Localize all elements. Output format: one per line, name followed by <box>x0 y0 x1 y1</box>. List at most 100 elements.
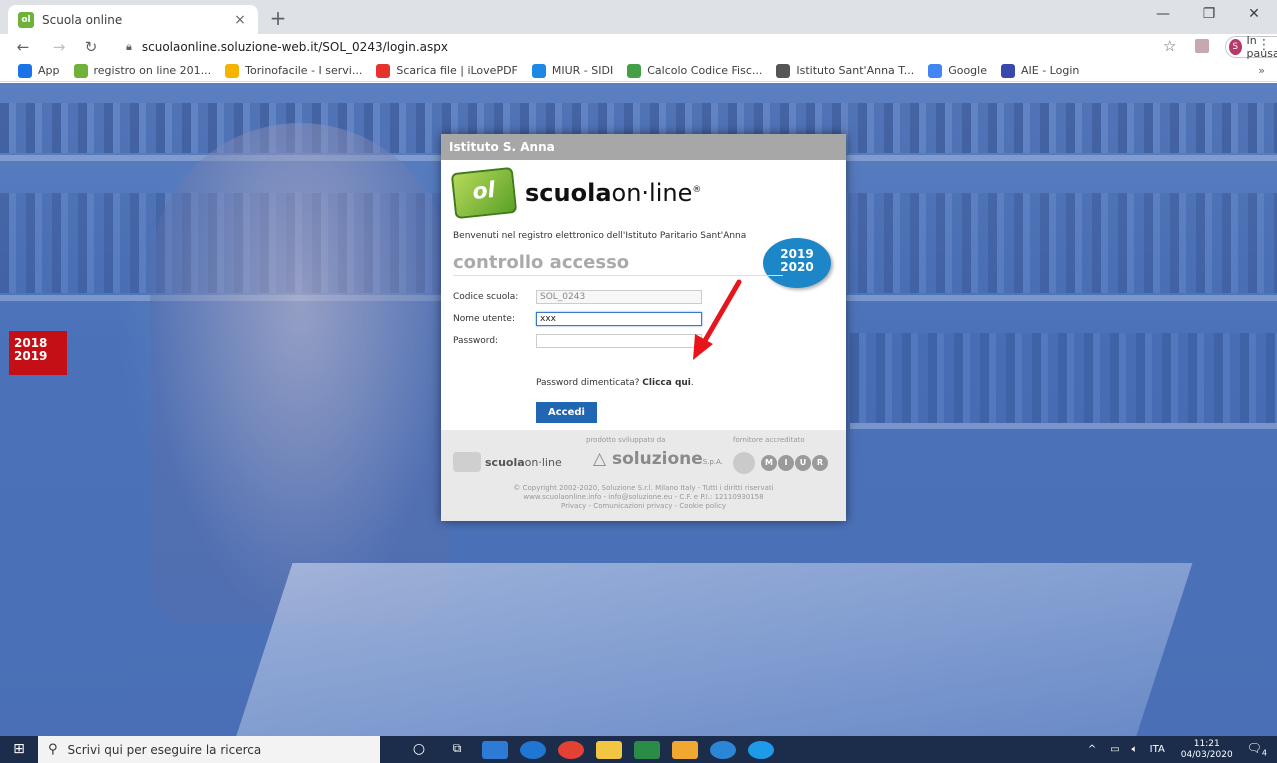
bookmarks-overflow-button[interactable]: » <box>1258 64 1265 77</box>
extension-icon[interactable] <box>1195 39 1209 53</box>
username-label: Nome utente: <box>453 314 515 324</box>
school-code-label: Codice scuola: <box>453 292 519 302</box>
bookmarks-bar: App registro on line 201... Torinofacile -… <box>0 60 1277 82</box>
forgot-password-link[interactable]: Clicca qui <box>642 378 691 388</box>
password-row: Password: <box>453 334 702 348</box>
apps-grid-icon <box>18 63 32 78</box>
school-code-field: SOL_0243 <box>536 290 702 304</box>
forgot-password-end: . <box>690 378 694 388</box>
password-label: Password: <box>453 336 499 346</box>
soluzione-logo[interactable]: △ soluzioneS.p.A. <box>593 449 723 469</box>
avatar: S <box>1229 39 1242 55</box>
taskbar-clock[interactable]: 11:21 04/03/2020 <box>1181 739 1233 761</box>
bookmark-star-icon[interactable]: ☆ <box>1163 37 1176 55</box>
bookmark-item[interactable]: AIE - Login <box>1000 63 1080 78</box>
reload-icon[interactable]: ↻ <box>80 36 102 58</box>
mail-app-icon[interactable] <box>672 740 698 759</box>
username-field[interactable]: xxx <box>536 312 702 326</box>
bookmark-item[interactable]: Torinofacile - I servi... <box>225 63 362 78</box>
bookmark-label: AIE - Login <box>1020 64 1080 77</box>
bookmark-item[interactable]: Scarica file | iLovePDF <box>376 63 518 78</box>
copyright-block: © Copyright 2002-2020, Soluzione S.r.l. … <box>441 484 846 511</box>
volume-icon[interactable]: 🔈︎ <box>1132 744 1138 755</box>
previous-year-end: 2019 <box>14 349 48 363</box>
logo-light-text: on·line <box>611 179 693 207</box>
clock-date: 04/03/2020 <box>1180 749 1233 760</box>
close-window-button[interactable]: ✕ <box>1231 0 1277 30</box>
internet-explorer-icon[interactable] <box>710 740 736 759</box>
windows-start-icon[interactable]: ⊞ <box>0 736 38 763</box>
bookmark-label: Istituto Sant'Anna T... <box>796 64 915 77</box>
restore-button[interactable]: ❐ <box>1186 0 1232 30</box>
notification-count: 4 <box>1261 748 1267 758</box>
skype-app-icon[interactable] <box>748 740 774 759</box>
developer-label: prodotto sviluppato da <box>586 436 666 444</box>
edge-app-icon[interactable] <box>520 740 546 759</box>
forward-arrow-icon[interactable]: → <box>48 36 70 58</box>
system-tray: ^ ▭ 🔈︎ ITA 11:21 04/03/2020 🗨︎4 <box>1080 736 1277 763</box>
show-hidden-icons-icon[interactable]: ^ <box>1088 744 1096 755</box>
soluzione-text: soluzione <box>612 449 703 469</box>
bookmark-item[interactable]: Google <box>928 63 987 78</box>
tab-close-icon[interactable]: × <box>232 12 248 28</box>
logo-bold-text: scuola <box>525 179 612 207</box>
chrome-app-icon[interactable] <box>558 740 584 759</box>
background-open-book <box>227 563 1193 736</box>
browser-toolbar: ← → ↻ 🔒︎ scuolaonline.soluzione-web.it/S… <box>0 34 1277 60</box>
bookmark-item[interactable]: Istituto Sant'Anna T... <box>776 63 915 78</box>
cortana-icon[interactable]: ○ <box>406 741 432 759</box>
ilovepdf-icon <box>376 63 391 78</box>
welcome-text: Benvenuti nel registro elettronico dell'… <box>453 231 747 241</box>
network-icon[interactable]: ▭ <box>1110 744 1119 755</box>
scuolaonline-icon <box>73 63 88 78</box>
calculator-app-icon[interactable] <box>482 740 508 759</box>
forgot-password: Password dimenticata? Clicca qui. <box>536 378 694 388</box>
previous-year-badge[interactable]: 2018 2019 <box>9 331 67 375</box>
bookmark-item[interactable]: Calcolo Codice Fisc... <box>627 63 763 78</box>
lock-icon: 🔒︎ <box>126 40 132 53</box>
privacy-links[interactable]: Privacy - Comunicazioni privacy - Cookie… <box>441 502 846 511</box>
tab-scuola-online[interactable]: ol Scuola online × <box>8 5 258 34</box>
url-text: scuolaonline.soluzione-web.it/SOL_0243/l… <box>141 40 448 54</box>
forgot-password-text: Password dimenticata? <box>536 378 643 388</box>
triangle-logo-icon: △ <box>593 449 607 469</box>
file-explorer-icon[interactable] <box>596 740 622 759</box>
bookmark-label: Calcolo Codice Fisc... <box>647 64 763 77</box>
bookmark-label: Google <box>948 64 987 77</box>
new-tab-button[interactable]: + <box>266 7 290 31</box>
notification-center-icon[interactable]: 🗨︎4 <box>1247 741 1267 757</box>
taskbar-search[interactable]: ⚲ Scrivi qui per eseguire la ricerca <box>38 736 380 763</box>
background-student-figure <box>150 123 450 623</box>
torinofacile-icon <box>225 63 240 78</box>
scuolaonline-footer-logo[interactable]: scuolaon·line <box>453 452 562 472</box>
login-button[interactable]: Accedi <box>536 402 597 423</box>
bookmark-label: MIUR - SIDI <box>551 64 614 77</box>
supplier-label: fornitore accreditato <box>733 436 805 444</box>
miur-logo[interactable]: MIUR <box>733 452 829 474</box>
kebab-menu-icon[interactable]: ⋮ <box>1257 37 1271 53</box>
miur-letters: MIUR <box>761 455 829 471</box>
tab-bar: ol Scuola online × + — ❐ ✕ <box>0 0 1277 34</box>
task-view-icon[interactable]: ⧉ <box>444 741 470 759</box>
minimize-button[interactable]: — <box>1140 0 1186 30</box>
search-icon: ⚲ <box>48 742 58 757</box>
miur-letter: R <box>812 455 828 471</box>
excel-app-icon[interactable] <box>634 740 660 759</box>
miur-letter: I <box>778 455 794 471</box>
bookmark-label: Scarica file | iLovePDF <box>396 64 518 77</box>
panel-footer: prodotto sviluppato da fornitore accredi… <box>441 430 846 521</box>
browser-window: ol Scuola online × + — ❐ ✕ ← → ↻ 🔒︎ scuo… <box>0 0 1277 763</box>
bookmark-item[interactable]: MIUR - SIDI <box>531 63 614 78</box>
bookmark-item[interactable]: registro on line 201... <box>73 63 211 78</box>
back-arrow-icon[interactable]: ← <box>12 36 34 58</box>
ol-mini-logo-icon <box>453 452 481 472</box>
username-row: Nome utente: xxx <box>453 312 702 326</box>
bookmark-item[interactable]: App <box>18 63 60 78</box>
password-field[interactable] <box>536 334 702 348</box>
address-bar[interactable]: 🔒︎ scuolaonline.soluzione-web.it/SOL_024… <box>112 36 1092 58</box>
language-indicator[interactable]: ITA <box>1150 744 1165 755</box>
access-control-title: controllo accesso <box>453 252 783 276</box>
bookmark-label: App <box>38 64 60 77</box>
soluzione-suffix: S.p.A. <box>702 458 723 466</box>
background-bookshelf <box>850 333 1277 423</box>
